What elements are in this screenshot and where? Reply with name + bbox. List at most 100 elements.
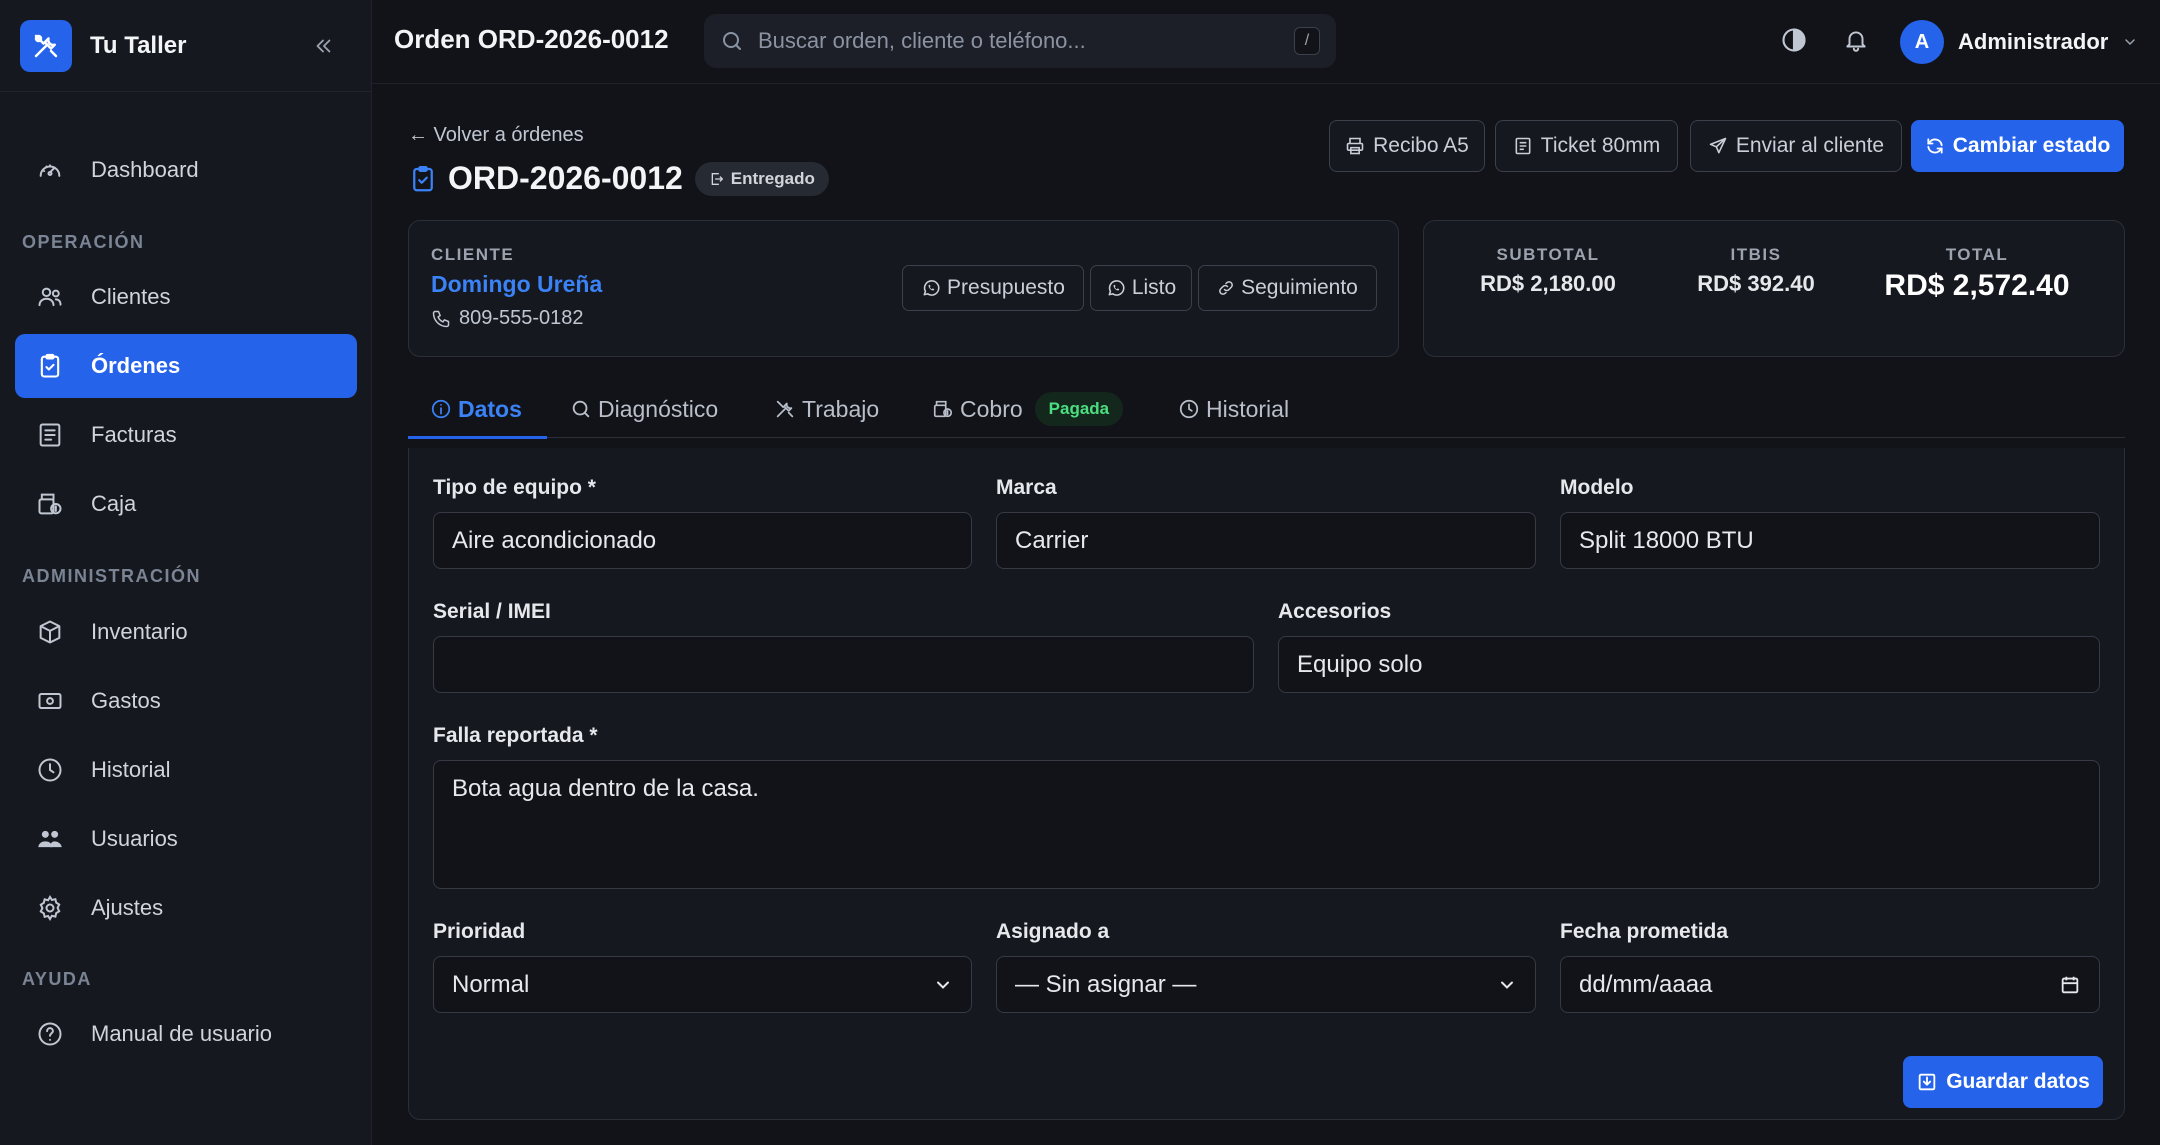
- asignado-label: Asignado a: [996, 920, 1110, 943]
- order-header: ORD-2026-0012 Entregado: [408, 160, 829, 197]
- link-icon: [1217, 279, 1235, 297]
- client-phone: 809-555-0182: [431, 307, 584, 330]
- totals-card: SUBTOTAL RD$ 2,180.00 ITBIS RD$ 392.40 T…: [1423, 220, 2125, 357]
- theme-toggle-icon[interactable]: [1778, 24, 1810, 56]
- cash-register-icon: [932, 398, 954, 420]
- tab-label: Trabajo: [802, 395, 880, 422]
- phone-icon: [431, 309, 451, 329]
- brand: Tu Taller: [0, 0, 371, 92]
- subtotal-value: RD$ 2,180.00: [1480, 271, 1616, 296]
- sidebar-item-historial[interactable]: Historial: [15, 738, 357, 802]
- collapse-sidebar-icon[interactable]: [309, 32, 337, 60]
- marca-input[interactable]: [996, 512, 1536, 569]
- client-name-link[interactable]: Domingo Ureña: [431, 271, 602, 298]
- button-label: Ticket 80mm: [1540, 134, 1661, 157]
- receipt-a5-button[interactable]: Recibo A5: [1329, 120, 1485, 172]
- sidebar-item-usuarios[interactable]: Usuarios: [15, 807, 357, 871]
- refresh-icon: [1925, 136, 1945, 156]
- button-label: Presupuesto: [947, 276, 1065, 299]
- tab-cobro[interactable]: Cobro Pagada: [932, 380, 1124, 438]
- subtotal-block: SUBTOTAL RD$ 2,180.00: [1470, 245, 1626, 297]
- calendar-icon[interactable]: [2059, 974, 2081, 996]
- sidebar-item-inventario[interactable]: Inventario: [15, 600, 357, 664]
- whatsapp-icon: [921, 278, 941, 298]
- fecha-value: dd/mm/aaaa: [1579, 970, 1713, 998]
- sidebar: Tu Taller Dashboard OPERACIÓN Clientes Ó…: [0, 0, 372, 1145]
- sidebar-item-caja[interactable]: Caja: [15, 472, 357, 536]
- main-content: ← Volver a órdenes ORD-2026-0012 Entrega…: [372, 84, 2160, 1145]
- whatsapp-icon: [1106, 278, 1126, 298]
- top-bar: Orden ORD-2026-0012 / A Administrador: [372, 0, 2160, 84]
- download-save-icon: [1916, 1071, 1938, 1093]
- accesorios-input[interactable]: [1278, 636, 2100, 693]
- money-icon: [35, 686, 65, 716]
- sidebar-item-label: Dashboard: [91, 157, 199, 182]
- gear-icon: [35, 893, 65, 923]
- sidebar-item-label: Usuarios: [91, 826, 178, 851]
- itbis-value: RD$ 392.40: [1697, 271, 1815, 296]
- section-operacion: OPERACIÓN: [22, 232, 145, 252]
- sidebar-item-label: Ajustes: [91, 895, 164, 920]
- paid-badge: Pagada: [1034, 392, 1124, 426]
- modelo-input[interactable]: [1560, 512, 2100, 569]
- info-icon: [430, 398, 452, 420]
- back-to-orders-link[interactable]: ← Volver a órdenes: [408, 124, 584, 147]
- sidebar-item-label: Caja: [91, 491, 137, 516]
- sidebar-item-gastos[interactable]: Gastos: [15, 669, 357, 733]
- sidebar-item-ordenes[interactable]: Órdenes: [15, 334, 357, 398]
- search-icon: [570, 398, 592, 420]
- ticket-icon: [1513, 136, 1533, 156]
- prioridad-label: Prioridad: [433, 920, 526, 943]
- save-data-button[interactable]: Guardar datos: [1903, 1056, 2103, 1108]
- tools-icon: [774, 398, 796, 420]
- status-label: Entregado: [730, 168, 815, 188]
- sidebar-item-dashboard[interactable]: Dashboard: [15, 138, 357, 202]
- whatsapp-presupuesto-button[interactable]: Presupuesto: [902, 265, 1084, 311]
- send-icon: [1708, 136, 1728, 156]
- sidebar-item-ajustes[interactable]: Ajustes: [15, 876, 357, 940]
- button-label: Cambiar estado: [1952, 134, 2111, 157]
- tracking-link-button[interactable]: Seguimiento: [1198, 265, 1377, 311]
- change-status-button[interactable]: Cambiar estado: [1911, 120, 2124, 172]
- serial-label: Serial / IMEI: [433, 600, 551, 623]
- falla-textarea[interactable]: Bota agua dentro de la casa.: [433, 760, 2100, 889]
- tab-diagnostico[interactable]: Diagnóstico: [570, 380, 718, 438]
- search-box[interactable]: /: [704, 14, 1336, 68]
- status-badge: Entregado: [694, 161, 829, 196]
- gauge-icon: [35, 155, 65, 185]
- total-label: TOTAL: [1945, 245, 2009, 264]
- fecha-prometida-input[interactable]: dd/mm/aaaa: [1560, 956, 2100, 1013]
- receipt-icon: [35, 420, 65, 450]
- ticket-80mm-button[interactable]: Ticket 80mm: [1495, 120, 1678, 172]
- tab-label: Diagnóstico: [598, 395, 719, 422]
- modelo-label: Modelo: [1560, 476, 1634, 499]
- asignado-select[interactable]: — Sin asignar —: [996, 956, 1536, 1013]
- prioridad-select[interactable]: Normal: [433, 956, 972, 1013]
- itbis-block: ITBIS RD$ 392.40: [1686, 245, 1826, 297]
- serial-input[interactable]: [433, 636, 1254, 693]
- sidebar-item-manual[interactable]: Manual de usuario: [15, 1002, 357, 1066]
- logout-icon: [709, 171, 725, 187]
- whatsapp-listo-button[interactable]: Listo: [1090, 265, 1192, 311]
- sidebar-item-clientes[interactable]: Clientes: [15, 265, 357, 329]
- user-name: Administrador: [1958, 29, 2109, 54]
- tab-trabajo[interactable]: Trabajo: [774, 380, 879, 438]
- brand-name: Tu Taller: [90, 31, 187, 59]
- tab-datos[interactable]: Datos: [430, 380, 522, 438]
- tipo-equipo-input[interactable]: [433, 512, 972, 569]
- tab-label: Datos: [458, 395, 522, 422]
- sidebar-item-facturas[interactable]: Facturas: [15, 403, 357, 467]
- tab-historial[interactable]: Historial: [1178, 380, 1289, 438]
- bell-icon[interactable]: [1840, 24, 1872, 56]
- user-menu[interactable]: A Administrador: [1900, 20, 2138, 64]
- send-to-client-button[interactable]: Enviar al cliente: [1690, 120, 1902, 172]
- sidebar-item-label: Facturas: [91, 422, 177, 447]
- search-icon: [720, 29, 744, 53]
- total-value: RD$ 2,572.40: [1884, 269, 2070, 302]
- search-input[interactable]: [758, 28, 1294, 54]
- accesorios-label: Accesorios: [1278, 600, 1392, 623]
- tools-logo-icon: [20, 19, 72, 72]
- total-block: TOTAL RD$ 2,572.40: [1878, 245, 2076, 303]
- clipboard-check-icon: [408, 164, 438, 194]
- search-shortcut-key: /: [1294, 27, 1320, 55]
